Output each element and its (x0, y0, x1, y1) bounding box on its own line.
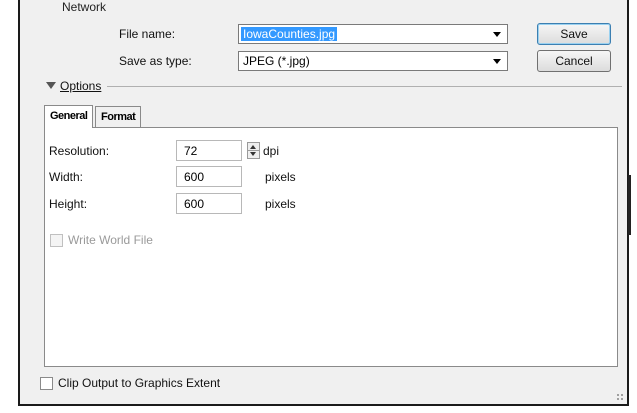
save-as-type-select[interactable]: JPEG (*.jpg) (238, 51, 508, 71)
width-unit: pixels (265, 170, 296, 184)
window-edge-shadow (628, 175, 631, 235)
write-world-file-label: Write World File (68, 233, 153, 247)
file-name-input[interactable]: IowaCounties.jpg (238, 24, 508, 44)
chevron-down-icon[interactable] (493, 59, 501, 64)
tab-format[interactable]: Format (95, 106, 142, 127)
width-input[interactable]: 600 (176, 166, 242, 187)
tab-general[interactable]: General (44, 105, 94, 128)
nav-network-label[interactable]: Network (62, 0, 106, 14)
file-name-label: File name: (119, 27, 176, 41)
spin-up-icon (250, 145, 256, 149)
resolution-unit: dpi (263, 144, 280, 158)
resolution-input[interactable]: 72 (176, 140, 242, 161)
resize-grip-icon[interactable] (616, 393, 624, 401)
resolution-spinner[interactable] (247, 142, 260, 159)
write-world-file-checkbox[interactable] (50, 234, 63, 247)
clip-output-label: Clip Output to Graphics Extent (58, 376, 221, 390)
spin-down-icon (250, 152, 256, 156)
options-toggle[interactable]: Options (40, 79, 108, 93)
height-input[interactable]: 600 (176, 193, 242, 214)
file-name-value: IowaCounties.jpg (241, 27, 338, 41)
resolution-label: Resolution: (49, 144, 110, 158)
collapse-triangle-icon (46, 82, 56, 89)
height-label: Height: (49, 197, 88, 211)
width-label: Width: (49, 170, 84, 184)
general-tab-panel: Resolution: 72 dpi Width: 600 pixels Hei… (44, 127, 618, 367)
height-unit: pixels (265, 197, 296, 211)
save-as-type-value: JPEG (*.jpg) (243, 54, 310, 68)
cancel-button[interactable]: Cancel (537, 50, 611, 72)
save-dialog: Network File name: IowaCounties.jpg Save… (18, 0, 629, 406)
options-header-label: Options (60, 79, 102, 93)
save-button[interactable]: Save (537, 23, 611, 45)
save-as-type-label: Save as type: (119, 54, 192, 68)
clip-output-checkbox[interactable] (40, 377, 53, 390)
chevron-down-icon[interactable] (493, 32, 501, 37)
options-divider (40, 86, 622, 87)
